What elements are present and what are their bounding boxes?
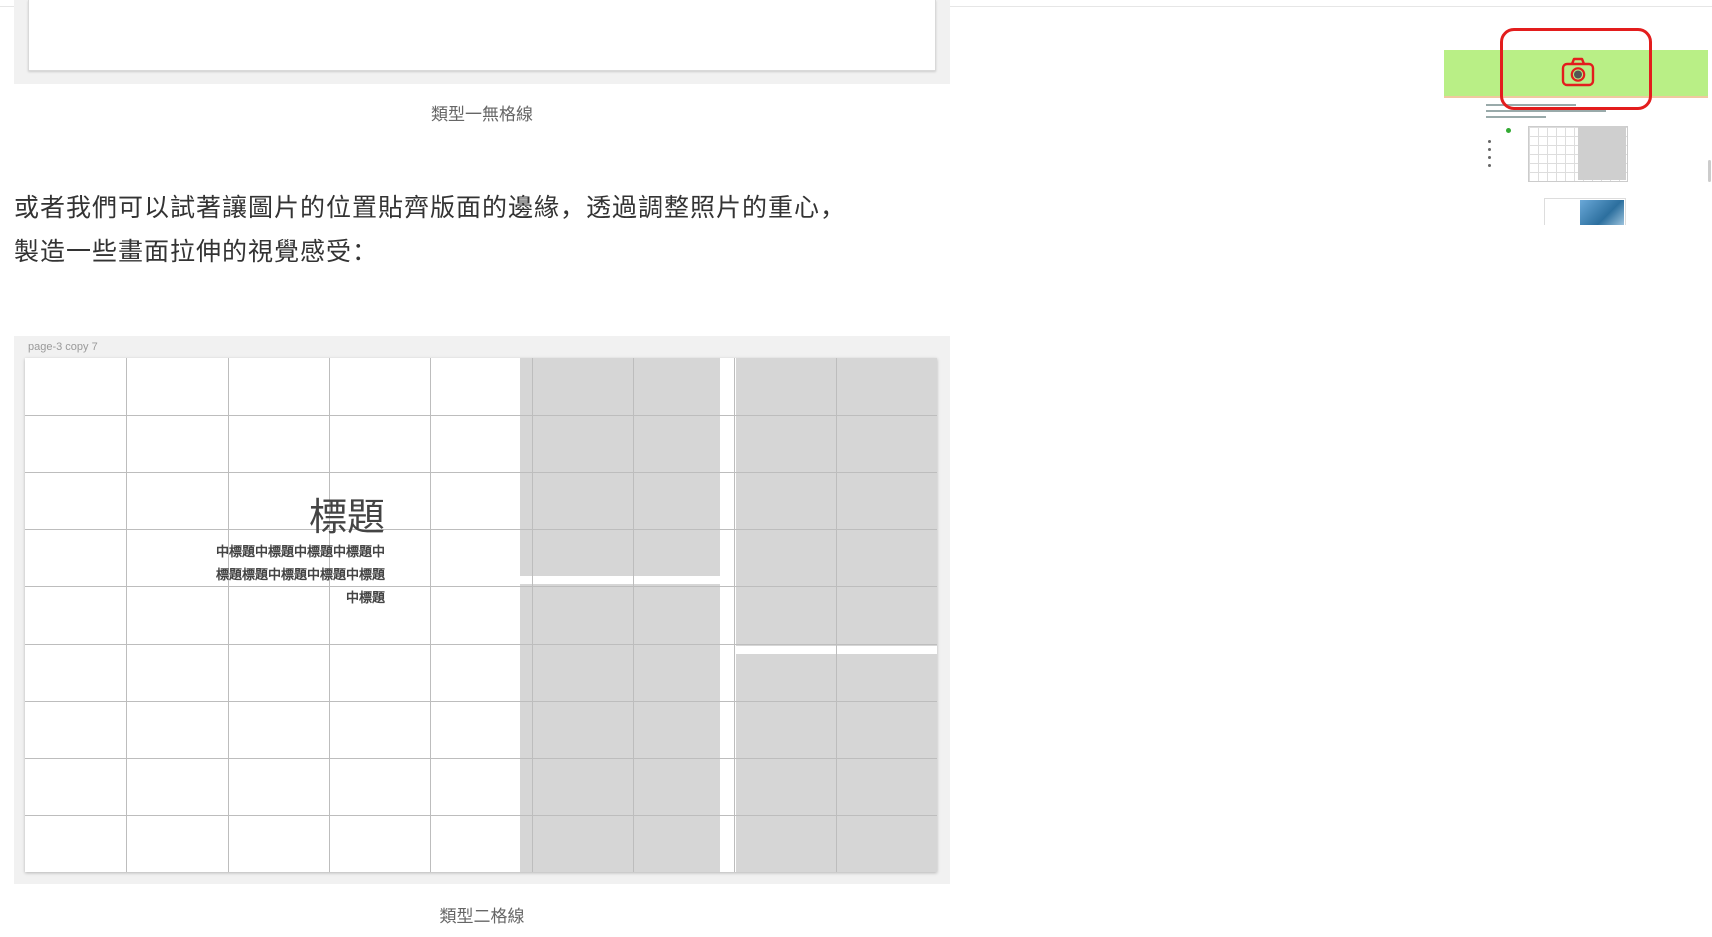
grid-row-line [25,701,937,702]
mini-photo-block [1578,126,1626,180]
mini-bullet [1488,148,1491,151]
figure-2-caption: 類型二格線 [439,907,525,927]
grid-column-line [329,358,330,872]
mini-text-line [1486,116,1546,118]
grid-column-line [734,358,735,872]
subtitle-line-2: 標題標題中標題中標題中標題 [215,568,385,583]
mini-bullet [1488,140,1491,143]
scrollbar-thumb[interactable] [1708,160,1711,182]
grid-row-line [25,644,937,645]
grid-column-line [126,358,127,872]
grid-row-line [25,529,937,530]
mini-bullet [1488,156,1491,159]
subtitle-line-1: 中標題中標題中標題中標題中 [215,545,385,560]
camera-icon [1561,57,1595,87]
grid-row-line [25,815,937,816]
artboard-label: page-3 copy 7 [28,341,98,353]
grid-column-line [633,358,634,872]
mini-bullet [1488,164,1491,167]
figure-2-image: page-3 copy 7 標題 中標題中標題中標題中標題中 標題標題中標題中標… [14,336,950,884]
figure-1-artboard [28,0,936,71]
figure-1-caption: 類型一無格線 [431,105,533,125]
grid-row-line [25,472,937,473]
thumbnail-page-preview [1444,96,1708,225]
artboard-grid: 標題 中標題中標題中標題中標題中 標題標題中標題中標題中標題 中標題 [25,358,937,872]
mini-text-line [1486,110,1606,112]
grid-row-line [25,415,937,416]
image-placeholder-block [520,358,720,576]
grid-column-line [228,358,229,872]
paragraph-line-2: 製造一些畫面拉伸的視覺感受： [14,237,379,266]
article-paragraph: 或者我們可以試著讓圖片的位置貼齊版面的邊緣，透過調整照片的重心， 製造一些畫面拉… [14,186,974,274]
grid-column-line [532,358,533,872]
grid-row-line [25,586,937,587]
paragraph-line-1: 或者我們可以試著讓圖片的位置貼齊版面的邊緣，透過調整照片的重心， [14,193,847,222]
image-placeholder-block [520,584,720,872]
mini-status-dot [1506,128,1511,133]
figure-1-image [14,0,950,84]
layout-heading: 標題 [308,495,385,539]
camera-button[interactable] [1560,56,1596,88]
layout-subtitle: 中標題中標題中標題中標題中 標題標題中標題中標題中標題 中標題 [185,541,385,610]
subtitle-line-3: 中標題 [345,591,385,606]
grid-column-line [430,358,431,872]
grid-row-line [25,758,937,759]
grid-column-line [836,358,837,872]
mini-landscape-image [1580,200,1624,225]
